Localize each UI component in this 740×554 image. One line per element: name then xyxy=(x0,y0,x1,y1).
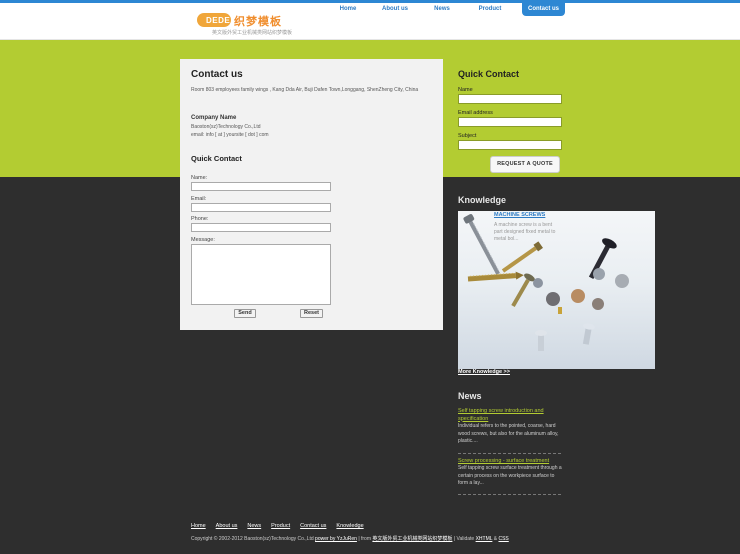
company-name: Baoston(sz)Technology Co.,Ltd xyxy=(191,124,261,130)
knowledge-title: Knowledge xyxy=(458,195,507,205)
news-item-desc: Self tapping screw surface treatment thr… xyxy=(458,465,562,486)
request-quote-button[interactable]: REQUEST A QUOTE xyxy=(490,156,560,173)
news-title: News xyxy=(458,391,482,401)
power-link[interactable]: power by YzJuRen xyxy=(315,536,357,542)
message-label: Message: xyxy=(191,237,215,243)
footer-link-contact-us[interactable]: Contact us xyxy=(300,523,326,529)
phone-label: Phone: xyxy=(191,216,209,222)
nav-about-us[interactable]: About us xyxy=(369,3,421,16)
name-label: Name: xyxy=(191,175,208,181)
validate-text: | Validate xyxy=(453,536,475,542)
address-text: Room 803 employees family wings , Kang D… xyxy=(191,87,419,93)
knowledge-item-desc: A machine screw is a bent part designed … xyxy=(494,222,556,242)
footer-link-product[interactable]: Product xyxy=(271,523,290,529)
send-button[interactable]: Send xyxy=(234,309,256,318)
footer-link-home[interactable]: Home xyxy=(191,523,206,529)
email-input[interactable] xyxy=(191,203,331,212)
news-item-title[interactable]: Self tapping screw introduction and spec… xyxy=(458,408,560,423)
logo-chinese-text: 织梦模板 xyxy=(234,15,282,28)
nav-contact-us[interactable]: Contact us xyxy=(522,3,565,16)
screws-illustration-icon xyxy=(463,214,629,351)
nav-home[interactable]: Home xyxy=(327,3,369,16)
contact-email: email: info [ at ] yoursite [ dot ] com xyxy=(191,132,269,138)
contact-panel: Contact us Room 803 employees family win… xyxy=(180,59,443,330)
news-divider xyxy=(458,453,561,454)
logo-badge: DEDE xyxy=(197,13,231,27)
name-input[interactable] xyxy=(191,182,331,191)
news-item-desc: Individual refers to the pointed, coarse… xyxy=(458,423,559,444)
sidebar-quick-contact-title: Quick Contact xyxy=(458,69,520,79)
sidebar-subject-input[interactable] xyxy=(458,140,562,150)
footer-nav: Home About us News Product Contact us Kn… xyxy=(191,523,374,529)
reset-button[interactable]: Reset xyxy=(300,309,323,318)
sidebar-email-label: Email address xyxy=(458,110,493,116)
screws-photo[interactable] xyxy=(458,211,655,369)
footer-link-news[interactable]: News xyxy=(247,523,261,529)
company-label: Company Name xyxy=(191,115,237,121)
knowledge-item-title[interactable]: MACHINE SCREWS xyxy=(494,212,545,218)
more-knowledge-link[interactable]: More Knowledge >> xyxy=(458,369,510,375)
news-divider xyxy=(458,494,561,495)
footer-link-knowledge[interactable]: Knowledge xyxy=(336,523,363,529)
nav-news[interactable]: News xyxy=(421,3,463,16)
sidebar-name-input[interactable] xyxy=(458,94,562,104)
email-label: Email: xyxy=(191,196,207,202)
footer-link-about-us[interactable]: About us xyxy=(216,523,238,529)
sidebar-email-input[interactable] xyxy=(458,117,562,127)
logo-badge-text: DEDE xyxy=(206,16,231,25)
phone-input[interactable] xyxy=(191,223,331,232)
message-textarea[interactable] xyxy=(191,244,331,305)
form-title: Quick Contact xyxy=(191,154,242,163)
page-title: Contact us xyxy=(191,69,243,80)
site-logo[interactable]: DEDE 织梦模板 英文版外贸工业机械类网站织梦模板 xyxy=(197,12,327,38)
xhtml-link[interactable]: XHTML xyxy=(476,536,493,542)
logo-subtitle: 英文版外贸工业机械类网站织梦模板 xyxy=(212,30,293,36)
css-link[interactable]: CSS xyxy=(498,536,508,542)
sidebar-name-label: Name xyxy=(458,87,473,93)
sidebar-subject-label: Subject xyxy=(458,133,477,139)
from-text: | from xyxy=(358,536,372,542)
main-nav: Home About us News Product Contact us xyxy=(327,3,565,16)
copyright-prefix: Copyright © 2002-2012 Baoston(sz)Technol… xyxy=(191,536,314,542)
template-link[interactable]: 英文版外贸工业机械类网站织梦模板 xyxy=(372,536,452,542)
ampersand-text: & xyxy=(493,536,498,542)
nav-product[interactable]: Product xyxy=(463,3,517,16)
copyright-text: Copyright © 2002-2012 Baoston(sz)Technol… xyxy=(191,535,509,542)
